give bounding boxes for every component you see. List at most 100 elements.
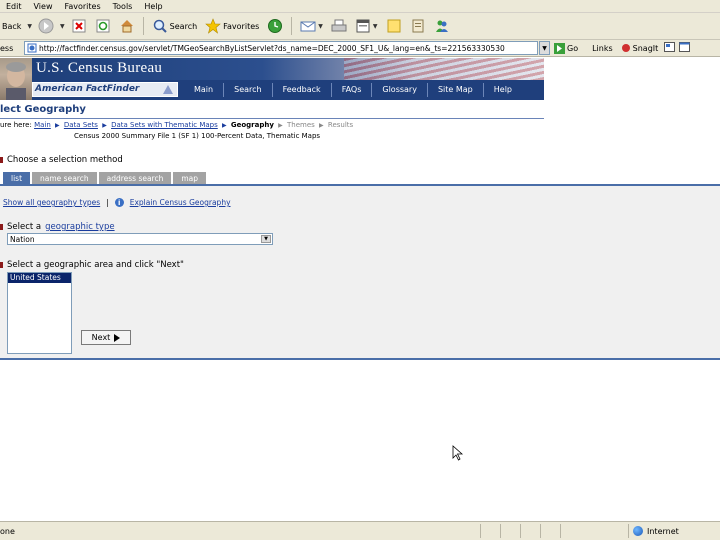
crumb-arrow-icon: ▶ <box>55 122 60 129</box>
explain-geography-link[interactable]: Explain Census Geography <box>130 198 231 207</box>
show-all-geography-link[interactable]: Show all geography types <box>3 198 100 207</box>
refresh-icon <box>95 18 111 34</box>
globe-icon <box>633 526 643 536</box>
nav-feedback[interactable]: Feedback <box>271 83 331 97</box>
geographic-type-select[interactable]: Nation ▼ <box>7 233 273 245</box>
toolbar-separator <box>142 17 144 35</box>
menu-bar: Edit View Favorites Tools Help <box>0 0 720 13</box>
status-cell <box>520 524 540 538</box>
mail-icon <box>300 18 316 34</box>
select-dropdown-icon[interactable]: ▼ <box>261 235 271 243</box>
star-icon <box>205 18 221 34</box>
mail-dropdown-icon: ▼ <box>318 22 323 30</box>
next-label: Next <box>91 333 111 342</box>
link-separator: | <box>106 198 109 207</box>
status-text: one <box>0 526 15 536</box>
page-title: lect Geography <box>0 104 86 115</box>
tab-list[interactable]: list <box>3 172 31 184</box>
links-button[interactable]: Links <box>592 44 613 53</box>
snagit-button[interactable]: SnagIt <box>621 43 659 53</box>
page-icon <box>27 43 37 53</box>
crumb-arrow-icon: ▶ <box>278 122 283 129</box>
tab-address-search[interactable]: address search <box>98 172 172 184</box>
menu-favorites[interactable]: Favorites <box>58 2 106 11</box>
nav-faqs[interactable]: FAQs <box>330 83 372 97</box>
search-label: Search <box>169 21 198 31</box>
print-button[interactable] <box>329 15 349 37</box>
stop-button[interactable] <box>69 15 89 37</box>
discuss-button[interactable] <box>384 15 404 37</box>
history-icon <box>267 18 283 34</box>
bullet-icon <box>0 157 3 163</box>
status-cell <box>500 524 520 538</box>
address-dropdown-button[interactable]: ▼ <box>539 41 550 55</box>
crumb-themes: Themes <box>287 121 315 129</box>
bullet-icon <box>0 224 3 230</box>
snagit-capture-icon[interactable] <box>664 42 676 54</box>
go-button[interactable]: Go <box>554 42 578 54</box>
area-option-selected[interactable]: United States <box>8 273 71 283</box>
forward-button[interactable] <box>36 15 56 37</box>
crumb-arrow-icon: ▶ <box>102 122 107 129</box>
geographic-area-listbox[interactable]: United States <box>7 272 72 354</box>
menu-edit[interactable]: Edit <box>0 2 28 11</box>
census-title: U.S. Census Bureau <box>36 60 163 76</box>
geographic-type-link[interactable]: geographic type <box>45 222 114 232</box>
nav-help[interactable]: Help <box>482 83 522 97</box>
messenger-button[interactable] <box>432 15 452 37</box>
forward-dropdown-icon[interactable]: ▼ <box>60 23 65 30</box>
address-url: http://factfinder.census.gov/servlet/TMG… <box>39 43 505 53</box>
search-icon <box>152 18 168 34</box>
nav-glossary[interactable]: Glossary <box>371 83 427 97</box>
snagit-icon <box>621 44 630 52</box>
bullet-icon <box>0 262 3 268</box>
next-button[interactable]: Next <box>81 330 131 345</box>
crumb-data-sets[interactable]: Data Sets <box>64 121 98 129</box>
method-label: Choose a selection method <box>7 155 123 165</box>
mail-button[interactable]: ▼ <box>298 15 325 37</box>
selection-tabs: list name search address search map <box>3 172 207 184</box>
menu-view[interactable]: View <box>28 2 59 11</box>
refresh-button[interactable] <box>93 15 113 37</box>
step1-prefix: Select a <box>7 222 42 232</box>
crumb-results: Results <box>327 121 354 129</box>
favorites-button[interactable]: Favorites <box>203 15 261 37</box>
toolbar: Back ▼ ▼ Search Favorites ▼ ▼ <box>0 13 720 40</box>
status-cell <box>480 524 500 538</box>
crumb-main[interactable]: Main <box>34 121 51 129</box>
address-label: ess <box>0 43 14 53</box>
menu-tools[interactable]: Tools <box>107 2 139 11</box>
banner-photo <box>0 58 32 100</box>
tab-map[interactable]: map <box>173 172 207 184</box>
back-button[interactable]: Back <box>0 15 23 37</box>
nav-links: Main Search Feedback FAQs Glossary Site … <box>184 80 522 100</box>
american-factfinder-logo[interactable]: American FactFinder <box>32 82 178 97</box>
crumb-thematic-maps[interactable]: Data Sets with Thematic Maps <box>111 121 218 129</box>
stop-icon <box>71 18 87 34</box>
crumb-arrow-icon: ▶ <box>319 122 324 129</box>
address-input[interactable]: http://factfinder.census.gov/servlet/TMG… <box>24 41 538 55</box>
status-cell <box>560 524 580 538</box>
edit-button[interactable]: ▼ <box>353 15 380 37</box>
nav-main[interactable]: Main <box>184 83 223 97</box>
breadcrumb: ure here: Main ▶ Data Sets ▶ Data Sets w… <box>0 121 353 129</box>
snagit-label: SnagIt <box>632 43 659 53</box>
nav-search[interactable]: Search <box>223 83 271 97</box>
search-button[interactable]: Search <box>150 15 199 37</box>
tab-name-search[interactable]: name search <box>32 172 97 184</box>
history-button[interactable] <box>265 15 285 37</box>
snagit-window-icon[interactable] <box>679 42 691 54</box>
status-cell <box>540 524 560 538</box>
menu-help[interactable]: Help <box>138 2 168 11</box>
nav-site-map[interactable]: Site Map <box>426 83 483 97</box>
research-button[interactable] <box>408 15 428 37</box>
step-geographic-type: Select a geographic type <box>0 222 115 232</box>
note-icon <box>386 18 402 34</box>
logo-text: American FactFinder <box>35 84 140 94</box>
home-button[interactable] <box>117 15 137 37</box>
back-dropdown-icon[interactable]: ▼ <box>27 23 32 30</box>
crumb-geography: Geography <box>230 121 274 129</box>
info-icon: i <box>114 198 124 207</box>
forward-arrow-icon <box>38 18 54 34</box>
census-banner: U.S. Census Bureau American FactFinder M… <box>0 58 544 100</box>
